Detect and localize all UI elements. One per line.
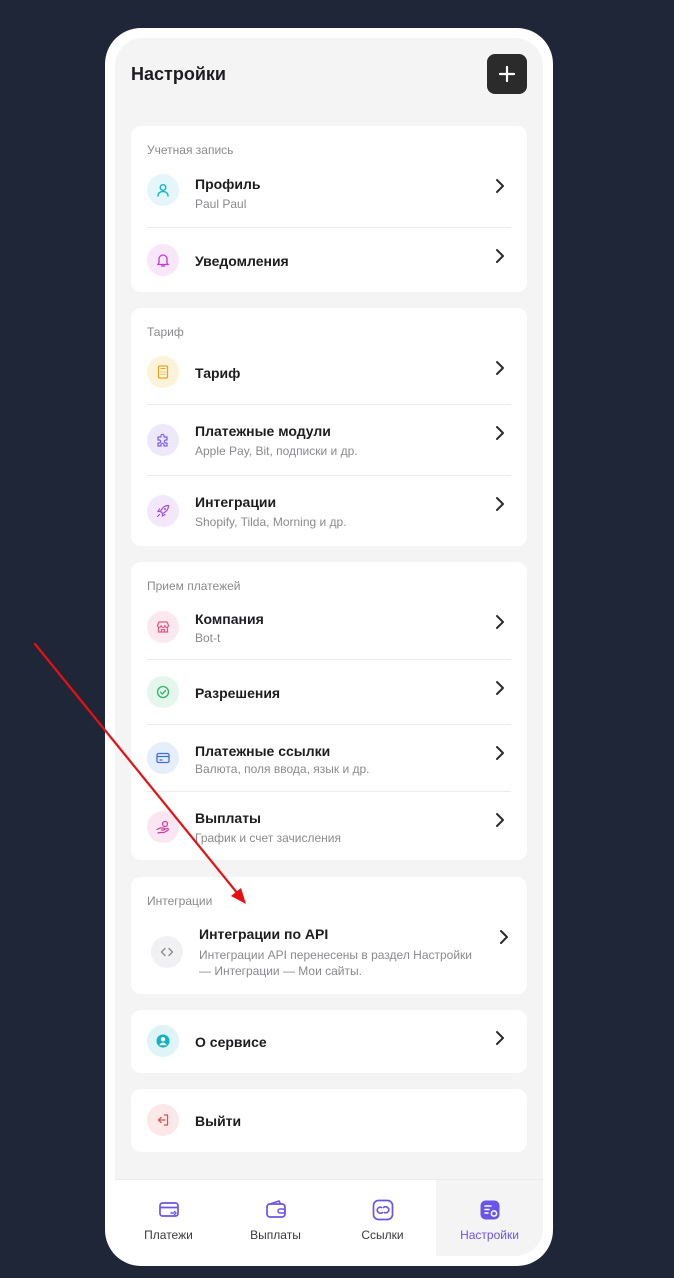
item-subtitle: Валюта, поля ввода, язык и др. (195, 762, 370, 776)
hand-coin-icon (147, 811, 179, 843)
chevron-right-icon (496, 681, 504, 695)
bell-icon (147, 244, 179, 276)
section-label: Учетная запись (147, 143, 234, 157)
section-label: Прием платежей (147, 579, 241, 593)
bottom-tab-bar: Платежи Выплаты Ссылки Настройки (115, 1179, 543, 1256)
item-subtitle-line1: Интеграции API перенесены в раздел Настр… (199, 948, 472, 962)
code-icon (151, 936, 183, 968)
page-title: Настройки (131, 64, 226, 84)
plus-icon (498, 65, 516, 83)
settings-item-permissions[interactable]: Разрешения (147, 659, 511, 724)
settings-item-notifications[interactable]: Уведомления (147, 227, 511, 291)
user-circle-icon (147, 1025, 179, 1057)
item-title: О сервисе (195, 1034, 267, 1050)
tariff-section: Тариф Тариф Платежные модули Apple Pay, … (131, 308, 527, 546)
item-title: Выйти (195, 1113, 242, 1129)
chevron-right-icon (496, 813, 504, 827)
chevron-right-icon (496, 746, 504, 760)
section-label: Интеграции (147, 894, 213, 908)
chevron-right-icon (496, 615, 504, 629)
settings-icon (480, 1200, 499, 1220)
item-title: Уведомления (195, 253, 289, 269)
settings-item-payouts[interactable]: Выплаты График и счет зачисления (147, 791, 511, 860)
puzzle-icon (147, 424, 179, 456)
store-icon (147, 611, 179, 643)
check-circle-icon (147, 676, 179, 708)
tab-label: Настройки (460, 1228, 519, 1242)
tab-settings[interactable]: Настройки (436, 1180, 543, 1256)
settings-item-tariff[interactable]: Тариф (147, 346, 511, 404)
settings-item-profile[interactable]: Профиль Paul Paul (147, 164, 511, 226)
rocket-icon (147, 495, 179, 527)
item-subtitle: Shopify, Tilda, Morning и др. (195, 515, 347, 529)
chevron-right-icon (496, 361, 504, 375)
settings-item-integrations[interactable]: Интеграции Shopify, Tilda, Morning и др. (147, 475, 511, 546)
settings-item-api-integrations[interactable]: Интеграции по API Интеграции API перенес… (151, 915, 511, 991)
phone-frame: Настройки Учетная запись Профиль Paul Pa… (105, 28, 553, 1266)
chevron-right-icon (500, 930, 508, 944)
item-subtitle: Bot-t (195, 631, 221, 645)
settings-screen: Настройки Учетная запись Профиль Paul Pa… (115, 38, 543, 1256)
settings-item-logout[interactable]: Выйти (147, 1089, 511, 1152)
item-title: Платежные модули (195, 423, 331, 439)
chevron-right-icon (496, 179, 504, 193)
item-title: Платежные ссылки (195, 743, 331, 759)
item-title: Компания (195, 611, 264, 627)
tab-payments[interactable]: Платежи (115, 1180, 222, 1256)
integrations-section: Интеграции Интеграции по API Интеграции … (131, 877, 527, 994)
settings-item-payment-links[interactable]: Платежные ссылки Валюта, поля ввода, язы… (147, 724, 511, 791)
wallet-icon (265, 1200, 286, 1218)
add-button[interactable] (487, 54, 527, 94)
item-title: Выплаты (195, 810, 262, 826)
user-icon (147, 174, 179, 206)
section-label: Тариф (147, 325, 184, 339)
about-section[interactable]: О сервисе (131, 1010, 527, 1073)
item-subtitle: Apple Pay, Bit, подписки и др. (195, 444, 358, 458)
settings-item-about[interactable]: О сервисе (147, 1010, 511, 1073)
tab-label: Ссылки (361, 1228, 404, 1242)
logout-icon (147, 1104, 179, 1136)
tab-label: Выплаты (250, 1228, 301, 1242)
item-title: Профиль (195, 176, 261, 192)
payments-icon (158, 1202, 179, 1217)
logout-section[interactable]: Выйти (131, 1089, 527, 1152)
chevron-right-icon (496, 1031, 504, 1045)
settings-item-payment-modules[interactable]: Платежные модули Apple Pay, Bit, подписк… (147, 404, 511, 475)
settings-item-company[interactable]: Компания Bot-t (147, 600, 511, 659)
chevron-right-icon (496, 497, 504, 511)
calculator-icon (147, 356, 179, 388)
tab-label: Платежи (144, 1228, 193, 1242)
item-subtitle: Paul Paul (195, 197, 247, 211)
item-subtitle: График и счет зачисления (195, 831, 341, 845)
tab-links[interactable]: Ссылки (329, 1180, 436, 1256)
item-title: Разрешения (195, 685, 281, 701)
item-subtitle-line2: — Интеграции — Мои сайты. (199, 964, 362, 978)
chevron-right-icon (496, 249, 504, 263)
payments-section: Прием платежей Компания Bot-t Разрешения (131, 562, 527, 860)
tab-payouts[interactable]: Выплаты (222, 1180, 329, 1256)
chevron-right-icon (496, 426, 504, 440)
link-icon (372, 1199, 393, 1221)
item-title: Тариф (195, 365, 241, 381)
item-title: Интеграции по API (199, 926, 329, 942)
item-title: Интеграции (195, 494, 277, 510)
card-icon (147, 742, 179, 774)
header: Настройки (131, 54, 527, 94)
account-section: Учетная запись Профиль Paul Paul Уведомл… (131, 126, 527, 292)
